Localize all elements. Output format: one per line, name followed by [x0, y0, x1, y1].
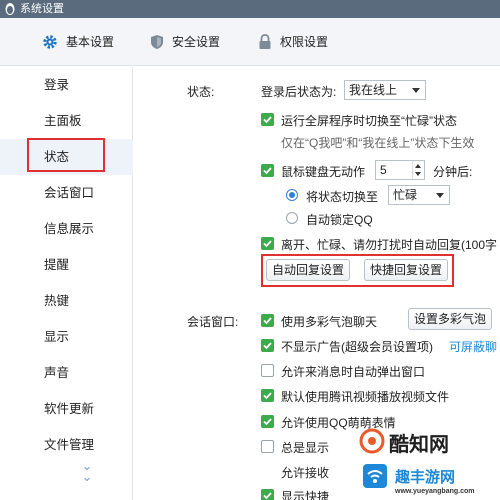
tencent-video-checkbox[interactable]: [261, 389, 274, 402]
shield-icon: [151, 35, 163, 49]
switch-status-label: 将状态切换至: [306, 190, 379, 204]
allow-receive-label: 允许接收: [281, 466, 330, 480]
lock-icon: [259, 34, 271, 49]
status-section-label: 状态:: [187, 85, 215, 99]
highlight-box-reply-buttons: [261, 254, 454, 287]
after-login-label: 登录后状态为:: [261, 85, 337, 99]
tab-label: 基本设置: [66, 35, 115, 49]
window-titlebar: 系统设置: [0, 0, 500, 18]
settings-tabbar: 基本设置 安全设置 权限设置: [0, 18, 500, 66]
sidebar-item-info-display[interactable]: 信息展示: [0, 211, 133, 247]
tencent-video-label: 默认使用腾讯视频播放视频文件: [281, 390, 450, 404]
settings-sidebar: 登录 主面板 状态 会话窗口 信息展示 提醒 热键 显示 声音 软件更新 文件管…: [0, 67, 133, 500]
sidebar-item-reminder[interactable]: 提醒: [0, 247, 133, 283]
idle-checkbox[interactable]: [261, 164, 274, 177]
idle-unit-label: 分钟后:: [433, 165, 473, 179]
window-title: 系统设置: [20, 3, 64, 15]
tab-permission-settings[interactable]: 权限设置: [258, 18, 348, 66]
select-value: 忙碌: [393, 188, 418, 202]
stepper-up-icon[interactable]: [415, 164, 421, 168]
checkmark-icon: [263, 167, 272, 175]
chevron-down-icon: [412, 88, 420, 93]
checkmark-icon: [263, 418, 272, 426]
stepper-down-icon[interactable]: [415, 172, 421, 176]
auto-reply-checkbox[interactable]: [261, 237, 274, 250]
colorful-bubble-label: 使用多彩气泡聊天: [281, 315, 378, 329]
stepper-arrows[interactable]: [412, 161, 424, 179]
show-shortcut-checkbox[interactable]: [261, 489, 274, 500]
session-section-label: 会话窗口:: [187, 315, 239, 329]
tab-basic-settings[interactable]: 基本设置: [42, 18, 132, 66]
sidebar-item-software-update[interactable]: 软件更新: [0, 391, 133, 427]
tab-label: 安全设置: [172, 35, 221, 49]
sidebar-item-login[interactable]: 登录: [0, 67, 133, 103]
watermark-logo-icon: [359, 428, 385, 454]
auto-popup-checkbox[interactable]: [261, 364, 274, 377]
tab-security-settings[interactable]: 安全设置: [150, 18, 240, 66]
watermark-wifi-icon: [363, 464, 387, 488]
select-value: 我在线上: [349, 83, 398, 97]
show-shortcut-label: 显示快捷: [281, 490, 330, 500]
auto-lock-radio[interactable]: [286, 212, 298, 224]
fullscreen-note: 仅在“Q我吧”和“我在线上”状态下生效: [281, 136, 475, 150]
checkmark-icon: [263, 492, 272, 500]
after-login-status-select[interactable]: 我在线上: [344, 80, 426, 100]
checkmark-icon: [263, 240, 272, 248]
sidebar-item-hotkey[interactable]: 热键: [0, 283, 133, 319]
qq-penguin-icon: [5, 3, 15, 15]
gear-icon: [43, 35, 57, 49]
no-ads-label: 不显示广告(超级会员设置项): [281, 340, 433, 354]
watermark-brand: 酷知网: [389, 434, 449, 456]
tab-label: 权限设置: [280, 35, 329, 49]
checkmark-icon: [263, 317, 272, 325]
no-ads-link[interactable]: 可屏蔽聊: [449, 338, 497, 355]
no-ads-checkbox[interactable]: [261, 339, 274, 352]
sidebar-scroll-down-icon[interactable]: ⌄ ⌄: [80, 459, 94, 494]
sidebar-item-main-panel[interactable]: 主面板: [0, 103, 133, 139]
idle-minutes-stepper[interactable]: 5: [375, 160, 425, 180]
idle-label: 鼠标键盘无动作: [281, 165, 366, 179]
fullscreen-busy-checkbox[interactable]: [261, 113, 274, 126]
sidebar-item-file-management[interactable]: 文件管理: [0, 427, 133, 463]
sidebar-item-sound[interactable]: 声音: [0, 355, 133, 391]
switch-status-radio[interactable]: [286, 189, 298, 201]
auto-reply-label: 离开、忙碌、请勿打扰时自动回复(100字: [281, 238, 498, 252]
sidebar-item-display[interactable]: 显示: [0, 319, 133, 355]
qq-cute-emoji-checkbox[interactable]: [261, 415, 274, 428]
auto-lock-label: 自动锁定QQ: [306, 213, 373, 227]
auto-popup-label: 允许来消息时自动弹出窗口: [281, 365, 426, 379]
checkmark-icon: [263, 116, 272, 124]
always-show-checkbox[interactable]: [261, 440, 274, 453]
always-show-label: 总是显示: [281, 441, 330, 455]
colorful-bubble-settings-button[interactable]: 设置多彩气泡: [408, 308, 492, 330]
fullscreen-busy-label: 运行全屏程序时切换至“忙碌”状态: [281, 114, 457, 128]
site-watermark: 酷知网 趣丰游网 www.yueyangbang.com: [355, 420, 500, 500]
checkmark-icon: [263, 392, 272, 400]
watermark-site-url: www.yueyangbang.com: [395, 488, 475, 495]
chevron-down-icon: [436, 193, 444, 198]
checkmark-icon: [263, 342, 272, 350]
sidebar-item-session-window[interactable]: 会话窗口: [0, 175, 133, 211]
highlight-box-status: [27, 138, 105, 172]
colorful-bubble-checkbox[interactable]: [261, 314, 274, 327]
stepper-value: 5: [380, 163, 387, 177]
watermark-site-name: 趣丰游网: [395, 469, 456, 486]
switch-status-select[interactable]: 忙碌: [388, 185, 450, 205]
